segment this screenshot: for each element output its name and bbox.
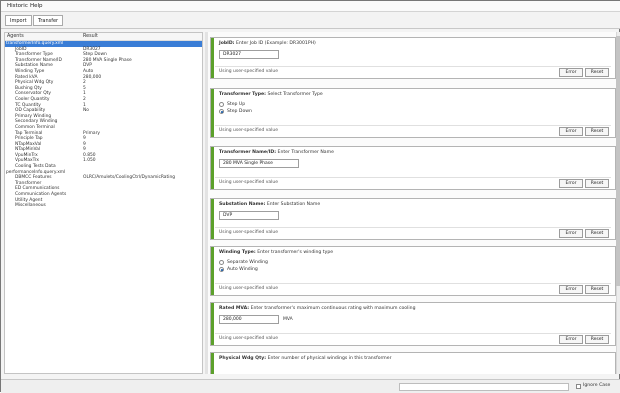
radio-icon <box>219 260 224 265</box>
substation-name-note: Using user-specified value <box>219 230 279 235</box>
transformer-name-reset-button[interactable]: Reset <box>585 179 609 188</box>
substation-name-error-button[interactable]: Error <box>559 229 583 238</box>
menu-bar: Historic Help <box>1 1 620 12</box>
radio-icon <box>219 102 224 107</box>
transformer-type-error-button[interactable]: Error <box>559 127 583 136</box>
import-tab[interactable]: Import <box>5 15 32 26</box>
winding-type-reset-button[interactable]: Reset <box>585 285 609 294</box>
radio-selected-icon <box>219 267 224 272</box>
substation-name-title: Substation Name: Enter Substation Name <box>219 202 320 207</box>
transformer-name-title: Transformer Name/ID: Enter Transformer N… <box>219 150 334 155</box>
rated-mva-label: Rated MVA: <box>219 306 250 311</box>
physical-wdg-qty-label: Physical Wdg Qty: <box>219 356 267 361</box>
substation-name-card: Substation Name: Enter Substation Name D… <box>210 198 616 240</box>
status-bar: Ignore Case <box>1 379 620 393</box>
winding-type-footer: Using user-specified value Error Reset <box>215 283 611 294</box>
tree-header: Agents Result <box>5 33 202 41</box>
substation-name-input[interactable]: DVP <box>219 211 279 220</box>
substation-name-description: Enter Substation Name <box>266 202 321 207</box>
search-field[interactable] <box>399 383 569 391</box>
transformer-name-description: Enter Transformer Name <box>277 150 334 155</box>
substation-name-label: Substation Name: <box>219 202 266 207</box>
valid-indicator <box>211 353 214 374</box>
transformer-type-label: Transformer Type: <box>219 92 267 97</box>
form-scrollbar[interactable] <box>616 32 620 374</box>
ignore-case-checkbox[interactable] <box>576 384 581 389</box>
form-panel: JobID: Enter Job ID (Example: DR3001PH) … <box>208 32 620 374</box>
rated-mva-card: Rated MVA: Enter transformer's maximum c… <box>210 302 616 346</box>
app-window: Historic Help Import Transfer Agents Res… <box>0 0 620 393</box>
jobid-reset-button[interactable]: Reset <box>585 68 609 77</box>
rated-mva-reset-button[interactable]: Reset <box>585 335 609 344</box>
transformer-name-card: Transformer Name/ID: Enter Transformer N… <box>210 146 616 190</box>
winding-type-description: Enter transformer's winding type <box>257 250 334 255</box>
step-down-radio[interactable]: Step Down <box>219 108 309 115</box>
valid-indicator <box>211 89 214 137</box>
valid-indicator <box>211 147 214 189</box>
rated-mva-title: Rated MVA: Enter transformer's maximum c… <box>219 306 416 311</box>
jobid-description: Enter Job ID (Example: DR3001PH) <box>235 41 316 46</box>
physical-wdg-qty-title: Physical Wdg Qty: Enter number of physic… <box>219 356 392 361</box>
transformer-type-reset-button[interactable]: Reset <box>585 127 609 136</box>
valid-indicator <box>211 247 214 295</box>
transformer-name-note: Using user-specified value <box>219 180 279 185</box>
valid-indicator <box>211 38 214 78</box>
jobid-note: Using user-specified value <box>219 69 279 74</box>
transformer-type-card: Transformer Type: Select Transformer Typ… <box>210 88 616 138</box>
separate-winding-radio[interactable]: Separate Winding <box>219 259 309 266</box>
transformer-type-description: Select Transformer Type <box>267 92 323 97</box>
physical-wdg-qty-description: Enter number of physical windings in thi… <box>267 356 392 361</box>
step-up-radio[interactable]: Step Up <box>219 101 309 108</box>
valid-indicator <box>211 303 214 345</box>
transfer-tab[interactable]: Transfer <box>33 15 64 26</box>
toolbar: Import Transfer <box>1 12 620 29</box>
jobid-card: JobID: Enter Job ID (Example: DR3001PH) … <box>210 37 616 79</box>
auto-winding-radio[interactable]: Auto Winding <box>219 266 309 273</box>
ignore-case-label: Ignore Case <box>583 383 611 388</box>
winding-type-label: Winding Type: <box>219 250 256 255</box>
substation-name-footer: Using user-specified value Error Reset <box>215 227 611 238</box>
agents-tree-panel: Agents Result transformerInfo.query.xml J… <box>4 32 203 374</box>
menu-historic[interactable]: Historic <box>7 3 28 9</box>
winding-type-note: Using user-specified value <box>219 286 279 291</box>
jobid-error-button[interactable]: Error <box>559 68 583 77</box>
transformer-type-title: Transformer Type: Select Transformer Typ… <box>219 92 323 97</box>
scrollbar-thumb[interactable] <box>616 36 620 286</box>
separate-winding-label: Separate Winding <box>227 260 268 265</box>
transformer-type-footer: Using user-specified value Error Reset <box>215 125 611 136</box>
tree-row-key: Miscellaneous <box>15 203 46 209</box>
rated-mva-footer: Using user-specified value Error Reset <box>215 333 611 344</box>
substation-name-reset-button[interactable]: Reset <box>585 229 609 238</box>
transformer-type-note: Using user-specified value <box>219 128 279 133</box>
transformer-name-error-button[interactable]: Error <box>559 179 583 188</box>
transformer-name-label: Transformer Name/ID: <box>219 150 277 155</box>
rated-mva-description: Enter transformer's maximum continuous r… <box>250 306 416 311</box>
jobid-title: JobID: Enter Job ID (Example: DR3001PH) <box>219 41 316 46</box>
jobid-footer: Using user-specified value Error Reset <box>215 66 611 77</box>
winding-type-title: Winding Type: Enter transformer's windin… <box>219 250 333 255</box>
agents-column-header[interactable]: Agents <box>7 34 24 39</box>
agents-tree: transformerInfo.query.xml JobID DR3027 Tran… <box>5 41 202 209</box>
rated-mva-error-button[interactable]: Error <box>559 335 583 344</box>
jobid-input[interactable]: DR3027 <box>219 50 279 59</box>
jobid-label: JobID: <box>219 41 235 46</box>
rated-mva-input[interactable]: 280,000 <box>219 315 279 324</box>
transformer-name-input[interactable]: 280 MVA Single Phase <box>219 159 299 168</box>
physical-wdg-qty-card: Physical Wdg Qty: Enter number of physic… <box>210 352 616 374</box>
radio-selected-icon <box>219 109 224 114</box>
winding-type-card: Winding Type: Enter transformer's windin… <box>210 246 616 296</box>
step-down-label: Step Down <box>227 109 252 114</box>
rated-mva-unit: MVA <box>283 317 293 322</box>
result-column-header[interactable]: Result <box>83 34 98 39</box>
menu-help[interactable]: Help <box>30 3 43 9</box>
transformer-name-footer: Using user-specified value Error Reset <box>215 177 611 188</box>
step-up-label: Step Up <box>227 102 246 107</box>
valid-indicator <box>211 199 214 239</box>
tree-row[interactable]: Miscellaneous <box>5 203 202 209</box>
winding-type-error-button[interactable]: Error <box>559 285 583 294</box>
rated-mva-note: Using user-specified value <box>219 336 279 341</box>
auto-winding-label: Auto Winding <box>227 267 258 272</box>
